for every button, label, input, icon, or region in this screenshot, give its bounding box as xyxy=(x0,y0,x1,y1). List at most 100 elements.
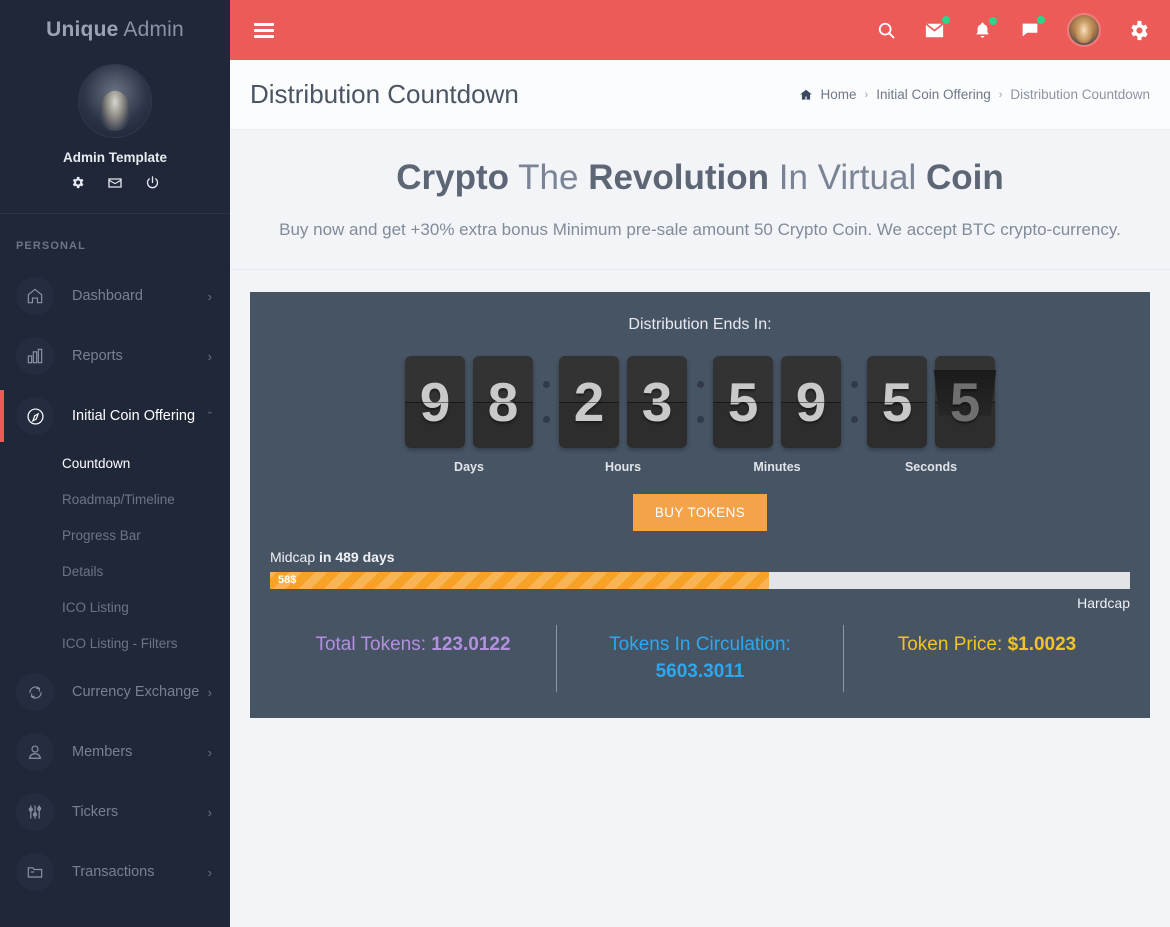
flip-digit: 5 xyxy=(881,370,913,433)
gear-icon[interactable] xyxy=(70,175,85,191)
flip-tile: 9 xyxy=(781,355,841,448)
sidebar-subitem-details[interactable]: Details xyxy=(0,554,230,590)
hero-title-part: In Virtual xyxy=(769,158,926,197)
power-icon[interactable] xyxy=(145,175,160,191)
token-stats: Total Tokens: 123.0122 Tokens In Circula… xyxy=(270,624,1130,692)
countdown-digits: 2 3 xyxy=(559,355,687,448)
sidebar-item-label: Tickers xyxy=(72,804,119,820)
countdown-unit-seconds: 5 5 Seconds xyxy=(867,355,997,474)
hero-title-part: Coin xyxy=(925,158,1004,197)
gear-icon[interactable] xyxy=(1127,19,1150,42)
chevron-right-icon: › xyxy=(207,288,212,304)
stat-label: Tokens In Circulation: xyxy=(609,633,791,655)
chevron-right-icon: › xyxy=(207,864,212,880)
flip-tile: 5 xyxy=(713,355,773,448)
profile-name: Admin Template xyxy=(62,150,167,165)
topbar-icons xyxy=(876,13,1150,47)
brand-bold: Unique xyxy=(46,18,119,41)
bar-chart-icon xyxy=(16,337,54,375)
stat-tokens-in-circulation: Tokens In Circulation: 5603.3011 xyxy=(556,624,843,692)
sidebar-item-label: Transactions xyxy=(72,864,155,880)
sidebar-item-tickers[interactable]: Tickers › xyxy=(0,782,230,842)
sidebar-subitem-roadmap-timeline[interactable]: Roadmap/Timeline xyxy=(0,482,230,518)
notification-badge xyxy=(1037,16,1045,24)
countdown-digits: 9 8 xyxy=(405,355,533,448)
stat-label: Token Price: xyxy=(897,633,1008,655)
chevron-right-icon: › xyxy=(864,88,869,101)
sidebar-section-label: PERSONAL xyxy=(16,240,86,252)
chevron-right-icon: › xyxy=(207,744,212,760)
hero-subtitle: Buy now and get +30% extra bonus Minimum… xyxy=(279,220,1121,240)
home-icon[interactable] xyxy=(799,88,813,102)
countdown-clock: 9 8 Days 2 3 Hours 5 9 Minutes 5 5 Secon… xyxy=(270,355,1130,474)
breadcrumb-item-home[interactable]: Home xyxy=(821,87,857,102)
hero-title-part: Crypto xyxy=(396,158,510,197)
refresh-icon xyxy=(16,673,54,711)
stat-total-tokens: Total Tokens: 123.0122 xyxy=(270,625,556,692)
clock-colon-separator xyxy=(533,356,559,448)
countdown-unit-label: Minutes xyxy=(753,459,801,474)
card-title: Distribution Ends In: xyxy=(628,315,772,333)
avatar[interactable] xyxy=(78,64,152,138)
hamburger-icon[interactable] xyxy=(254,20,274,41)
topbar xyxy=(230,0,1170,60)
breadcrumb-item-initial-coin-offering[interactable]: Initial Coin Offering xyxy=(876,87,991,102)
sidebar-subitem-ico-listing[interactable]: ICO Listing xyxy=(0,590,230,626)
hero-title: Crypto The Revolution In Virtual Coin xyxy=(270,158,1130,198)
sidebar: Unique Admin Admin Template PERSONAL Das… xyxy=(0,0,230,927)
hero-title-part: The xyxy=(509,158,589,197)
flip-tile: 3 xyxy=(627,355,687,448)
sidebar-item-members[interactable]: Members › xyxy=(0,722,230,782)
sidebar-item-currency-exchange[interactable]: Currency Exchange › xyxy=(0,662,230,722)
sidebar-subitem-ico-listing-filters[interactable]: ICO Listing - Filters xyxy=(0,626,230,662)
search-icon[interactable] xyxy=(876,20,897,41)
brand-logo[interactable]: Unique Admin xyxy=(0,0,230,60)
flip-digit: 5 xyxy=(949,370,981,433)
profile-action-icons xyxy=(0,175,230,213)
chevron-down-icon: ˇ xyxy=(207,408,212,424)
sidebar-item-dashboard[interactable]: Dashboard › xyxy=(0,266,230,326)
sidebar-item-label: Reports xyxy=(72,348,123,364)
chevron-right-icon: › xyxy=(998,88,1003,101)
sidebar-profile: Admin Template xyxy=(0,60,230,213)
bell-icon[interactable] xyxy=(972,16,997,41)
stat-value: 5603.3011 xyxy=(655,661,745,683)
flip-tile: 8 xyxy=(473,355,533,448)
page-header: Distribution Countdown Home › Initial Co… xyxy=(230,60,1170,130)
chat-icon[interactable] xyxy=(1019,16,1045,41)
envelope-icon[interactable] xyxy=(107,175,123,191)
clock-colon-separator xyxy=(687,356,713,448)
countdown-digits: 5 9 xyxy=(713,355,841,448)
countdown-card: Distribution Ends In: 9 8 Days 2 3 Hours xyxy=(250,291,1150,718)
flip-tile-animating: 5 xyxy=(933,355,997,448)
notification-badge xyxy=(942,15,950,24)
stat-value: 123.0122 xyxy=(431,633,511,655)
midcap-text: Midcap xyxy=(270,548,316,565)
avatar[interactable] xyxy=(1067,13,1101,47)
sidebar-item-transactions[interactable]: Transactions › xyxy=(0,842,230,902)
progress-bar-fill: 58$ xyxy=(270,571,769,589)
chevron-right-icon: › xyxy=(207,348,212,364)
sidebar-item-initial-coin-offering[interactable]: Initial Coin Offering ˇ xyxy=(0,386,230,446)
progress-bar-value: 58$ xyxy=(278,574,297,587)
clock-colon-separator xyxy=(841,356,867,448)
sidebar-subitem-progress-bar[interactable]: Progress Bar xyxy=(0,518,230,554)
stat-label: Total Tokens: xyxy=(315,633,432,655)
sidebar-item-label: Members xyxy=(72,744,133,760)
buy-tokens-button[interactable]: BUY TOKENS xyxy=(632,493,768,531)
hero-section: Crypto The Revolution In Virtual Coin Bu… xyxy=(230,130,1170,270)
countdown-unit-label: Seconds xyxy=(904,459,958,474)
sidebar-subitem-countdown[interactable]: Countdown xyxy=(0,446,230,482)
envelope-icon[interactable] xyxy=(923,15,950,42)
countdown-unit-days: 9 8 Days xyxy=(405,355,533,474)
brand-light: Admin xyxy=(118,18,184,41)
flip-tile: 9 xyxy=(405,355,465,448)
sidebar-item-reports[interactable]: Reports › xyxy=(0,326,230,386)
buy-tokens-wrapper: BUY TOKENS xyxy=(270,493,1130,531)
home-icon xyxy=(16,277,54,315)
user-icon xyxy=(16,733,54,771)
flip-tile: 5 xyxy=(867,355,927,448)
progress-bar-track[interactable]: 58$ xyxy=(270,571,1130,589)
folder-icon xyxy=(16,853,54,891)
midcap-label: Midcap in 489 days xyxy=(270,549,1130,565)
